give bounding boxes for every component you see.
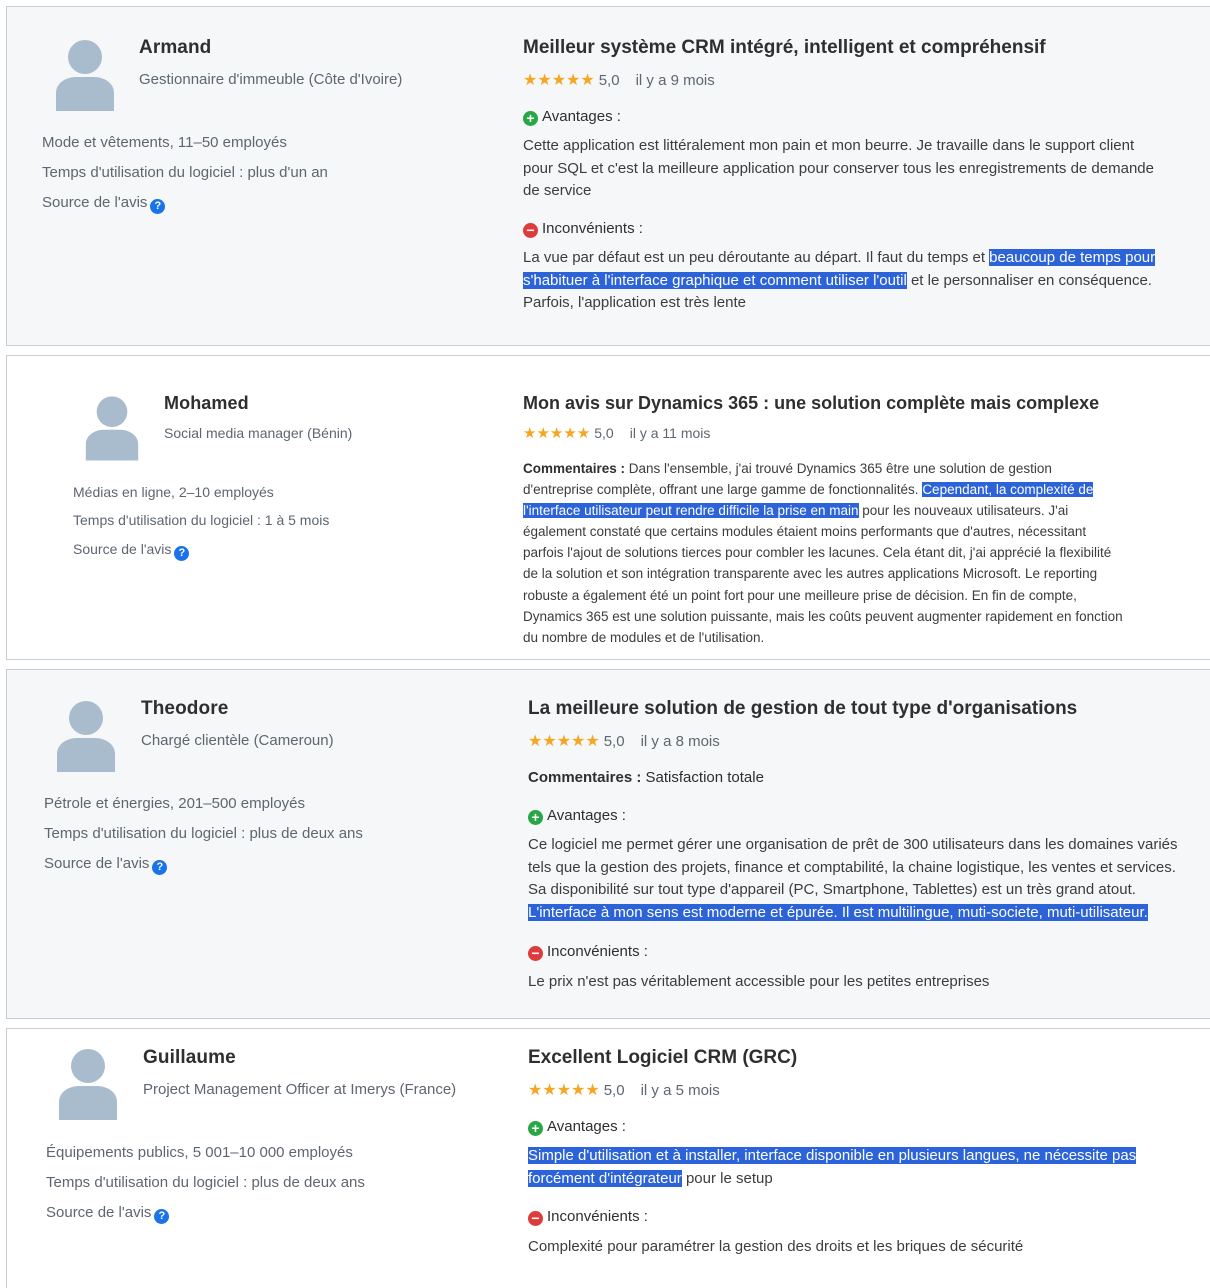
pros-heading: + Avantages : xyxy=(528,1118,626,1136)
reviewer-name: Theodore xyxy=(141,698,229,719)
pros-text: Simple d'utilisation et à installer, int… xyxy=(528,1145,1148,1190)
review-source: Source de l'avis? xyxy=(73,541,190,561)
pros-text: Cette application est littéralement mon … xyxy=(523,137,1154,200)
pros-label: Avantages : xyxy=(547,1118,626,1135)
plus-circle-icon: + xyxy=(523,111,538,126)
cons-label: Inconvénients : xyxy=(547,1208,648,1225)
cons-text-start: La vue par défaut est un peu déroutante … xyxy=(523,249,990,266)
star-rating-icons: ★★★★★ xyxy=(523,72,595,89)
reviewer-role: Gestionnaire d'immeuble (Côte d'Ivoire) xyxy=(139,71,403,88)
pros-text-highlight: L'interface à mon sens est moderne et ép… xyxy=(528,903,1148,921)
comments-label: Commentaires : xyxy=(528,769,642,786)
review-title: Excellent Logiciel CRM (GRC) xyxy=(528,1047,798,1068)
review-card-guillaume: Guillaume Project Management Officer at … xyxy=(6,1028,1210,1288)
cons-label: Inconvénients : xyxy=(547,943,648,960)
reviewer-industry: Médias en ligne, 2–10 employés xyxy=(73,484,274,500)
minus-circle-icon: − xyxy=(528,1211,543,1226)
minus-circle-icon: − xyxy=(528,946,543,961)
pros-heading: + Avantages : xyxy=(523,108,621,126)
star-rating-icons: ★★★★★ xyxy=(523,425,591,442)
review-title: La meilleure solution de gestion de tout… xyxy=(528,698,1078,719)
review-title: Meilleur système CRM intégré, intelligen… xyxy=(523,37,1046,58)
user-avatar-icon xyxy=(84,394,140,462)
comments-heading: Commentaires : Satisfaction totale xyxy=(528,769,764,786)
review-source-label: Source de l'avis xyxy=(42,194,148,211)
rating-line: ★★★★★ 5,0 il y a 5 mois xyxy=(528,1080,720,1100)
user-avatar-icon xyxy=(55,700,117,772)
rating-score: 5,0 xyxy=(598,72,620,89)
pros-text-end: pour le setup xyxy=(681,1169,773,1187)
pros-text-start: Ce logiciel me permet gérer une organisa… xyxy=(528,836,1178,899)
comments-text: Satisfaction totale xyxy=(641,769,764,786)
comments-label: Commentaires : xyxy=(523,461,626,476)
star-rating-icons: ★★★★★ xyxy=(528,1082,600,1099)
user-avatar-icon xyxy=(57,1048,119,1120)
review-source-label: Source de l'avis xyxy=(44,855,150,872)
reviewer-name: Mohamed xyxy=(164,393,249,413)
comments-text-end: pour les nouveaux utilisateurs. J'ai éga… xyxy=(523,503,1123,645)
review-source: Source de l'avis? xyxy=(42,194,166,214)
reviewer-role: Social media manager (Bénin) xyxy=(164,425,353,441)
cons-text: La vue par défaut est un peu déroutante … xyxy=(523,247,1183,315)
review-card-theodore: Theodore Chargé clientèle (Cameroun) Pét… xyxy=(6,669,1210,1019)
rating-score: 5,0 xyxy=(603,1082,625,1099)
plus-circle-icon: + xyxy=(528,810,543,825)
cons-heading: − Inconvénients : xyxy=(523,220,643,238)
reviewer-role: Chargé clientèle (Cameroun) xyxy=(141,732,334,749)
review-date: il y a 5 mois xyxy=(640,1082,720,1099)
question-circle-icon[interactable]: ? xyxy=(174,546,190,561)
review-date: il y a 8 mois xyxy=(640,733,720,750)
question-circle-icon[interactable]: ? xyxy=(150,199,166,214)
cons-heading: − Inconvénients : xyxy=(528,1208,648,1226)
cons-text: Le prix n'est pas véritablement accessib… xyxy=(528,973,990,990)
review-source-label: Source de l'avis xyxy=(46,1204,152,1221)
rating-line: ★★★★★ 5,0 il y a 9 mois xyxy=(523,70,715,90)
pros-label: Avantages : xyxy=(542,108,621,125)
pros-text-highlight: Simple d'utilisation et à installer, int… xyxy=(528,1147,1137,1187)
reviewer-role: Project Management Officer at Imerys (Fr… xyxy=(143,1081,457,1098)
question-circle-icon[interactable]: ? xyxy=(152,860,168,875)
cons-heading: − Inconvénients : xyxy=(528,943,648,961)
reviewer-industry: Pétrole et énergies, 201–500 employés xyxy=(44,795,306,812)
rating-line: ★★★★★ 5,0 il y a 8 mois xyxy=(528,731,720,751)
rating-score: 5,0 xyxy=(594,425,614,441)
reviewer-usage: Temps d'utilisation du logiciel : plus d… xyxy=(46,1174,365,1191)
reviewer-usage: Temps d'utilisation du logiciel : 1 à 5 … xyxy=(73,512,330,528)
reviewer-usage: Temps d'utilisation du logiciel : plus d… xyxy=(42,164,328,181)
review-source: Source de l'avis? xyxy=(46,1204,170,1224)
pros-text: Ce logiciel me permet gérer une organisa… xyxy=(528,834,1188,924)
review-card-mohamed: Mohamed Social media manager (Bénin) Méd… xyxy=(6,355,1210,660)
reviewer-usage: Temps d'utilisation du logiciel : plus d… xyxy=(44,825,363,842)
star-rating-icons: ★★★★★ xyxy=(528,733,600,750)
reviewer-industry: Mode et vêtements, 11–50 employés xyxy=(42,134,287,151)
reviewer-industry: Équipements publics, 5 001–10 000 employ… xyxy=(46,1144,353,1161)
review-source-label: Source de l'avis xyxy=(73,541,172,557)
review-date: il y a 11 mois xyxy=(629,425,711,441)
reviewer-name: Guillaume xyxy=(143,1047,236,1068)
pros-heading: + Avantages : xyxy=(528,807,626,825)
cons-label: Inconvénients : xyxy=(542,220,643,237)
review-title: Mon avis sur Dynamics 365 : une solution… xyxy=(523,393,1100,413)
comments-text: Commentaires : Dans l'ensemble, j'ai tro… xyxy=(523,458,1125,648)
question-circle-icon[interactable]: ? xyxy=(154,1209,170,1224)
review-date: il y a 9 mois xyxy=(635,72,715,89)
review-card-armand: Armand Gestionnaire d'immeuble (Côte d'I… xyxy=(6,6,1210,346)
reviewer-name: Armand xyxy=(139,37,212,58)
pros-label: Avantages : xyxy=(547,807,626,824)
minus-circle-icon: − xyxy=(523,223,538,238)
cons-text: Complexité pour paramétrer la gestion de… xyxy=(528,1238,1024,1255)
rating-line: ★★★★★ 5,0 il y a 11 mois xyxy=(523,424,710,442)
user-avatar-icon xyxy=(54,39,116,111)
plus-circle-icon: + xyxy=(528,1121,543,1136)
review-source: Source de l'avis? xyxy=(44,855,168,875)
rating-score: 5,0 xyxy=(603,733,625,750)
